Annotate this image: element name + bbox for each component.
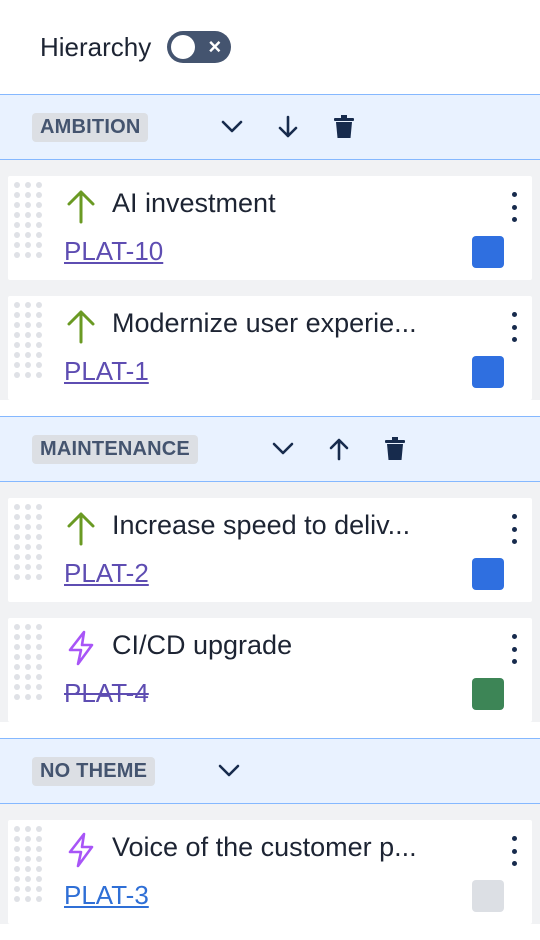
color-swatch	[472, 356, 504, 388]
group-header-maintenance: MAINTENANCE	[0, 416, 540, 482]
lightning-icon	[68, 630, 94, 666]
trash-icon[interactable]	[380, 434, 410, 464]
trash-icon[interactable]	[329, 112, 359, 142]
color-swatch	[472, 558, 504, 590]
group-label: MAINTENANCE	[32, 434, 198, 464]
more-actions-icon[interactable]	[510, 514, 518, 544]
group-header-ambition: AMBITION	[0, 94, 540, 160]
issue-card[interactable]: CI/CD upgrade PLAT-4	[8, 618, 532, 722]
top-bar: Hierarchy ×	[0, 0, 540, 94]
group-label: NO THEME	[32, 756, 156, 786]
drag-handle[interactable]	[14, 504, 44, 596]
issue-key-link[interactable]: PLAT-4	[64, 678, 149, 709]
close-icon: ×	[208, 34, 222, 59]
group-body-maintenance: Increase speed to deliv... PLAT-2 CI/CD …	[0, 482, 540, 722]
group-label: AMBITION	[32, 112, 149, 142]
arrow-up-icon	[67, 190, 95, 224]
hierarchy-toggle[interactable]: ×	[167, 31, 232, 63]
group-body-no-theme: Voice of the customer p... PLAT-3	[0, 804, 540, 924]
card-title: Voice of the customer p...	[112, 832, 417, 862]
toggle-knob	[171, 35, 196, 59]
issue-card[interactable]: AI investment PLAT-10	[8, 176, 532, 280]
color-swatch	[472, 678, 504, 710]
group-body-ambition: AI investment PLAT-10 Modernize user exp…	[0, 160, 540, 400]
drag-handle[interactable]	[14, 182, 44, 274]
color-swatch	[472, 880, 504, 912]
chevron-down-icon[interactable]	[268, 434, 298, 464]
drag-handle[interactable]	[14, 302, 44, 394]
issue-card[interactable]: Increase speed to deliv... PLAT-2	[8, 498, 532, 602]
hierarchy-label: Hierarchy	[40, 31, 152, 62]
more-actions-icon[interactable]	[510, 634, 518, 664]
arrow-up-icon[interactable]	[324, 434, 354, 464]
lightning-icon	[68, 832, 94, 868]
card-title: CI/CD upgrade	[112, 630, 293, 660]
issue-card[interactable]: Modernize user experie... PLAT-1	[8, 296, 532, 400]
drag-handle[interactable]	[14, 624, 44, 716]
chevron-down-icon[interactable]	[214, 756, 244, 786]
issue-key-link[interactable]: PLAT-3	[64, 880, 149, 911]
color-swatch	[472, 236, 504, 268]
issue-key-link[interactable]: PLAT-1	[64, 356, 149, 387]
card-title: AI investment	[112, 188, 276, 218]
drag-handle[interactable]	[14, 826, 44, 918]
arrow-down-icon[interactable]	[273, 112, 303, 142]
issue-card[interactable]: Voice of the customer p... PLAT-3	[8, 820, 532, 924]
card-title: Increase speed to deliv...	[112, 510, 411, 540]
arrow-up-icon	[67, 512, 95, 546]
chevron-down-icon[interactable]	[217, 112, 247, 142]
arrow-up-icon	[67, 310, 95, 344]
more-actions-icon[interactable]	[510, 192, 518, 222]
more-actions-icon[interactable]	[510, 836, 518, 866]
more-actions-icon[interactable]	[510, 312, 518, 342]
issue-key-link[interactable]: PLAT-10	[64, 236, 163, 267]
card-title: Modernize user experie...	[112, 308, 417, 338]
group-header-no-theme: NO THEME	[0, 738, 540, 804]
issue-key-link[interactable]: PLAT-2	[64, 558, 149, 589]
